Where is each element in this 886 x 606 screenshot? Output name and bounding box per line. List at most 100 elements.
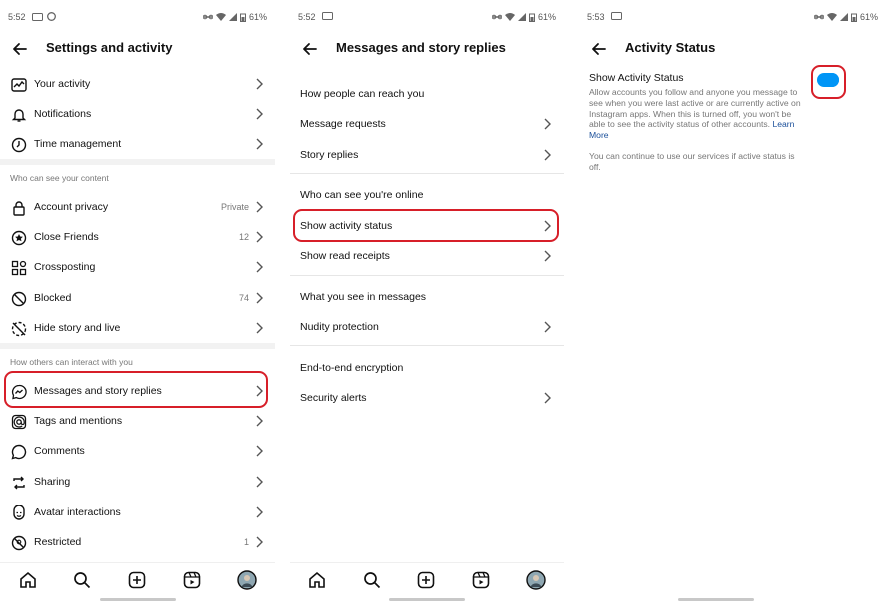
highlight-outline xyxy=(4,371,268,408)
chevron-right-icon xyxy=(256,78,263,90)
settings-item-time-management[interactable]: Time management xyxy=(0,129,275,159)
status-bar: 5:52 61% xyxy=(0,12,275,26)
chevron-right-icon xyxy=(256,138,263,150)
settings-item-restricted[interactable]: Restricted 1 xyxy=(0,527,275,557)
settings-item-comments[interactable]: Comments xyxy=(0,436,275,466)
back-arrow-icon[interactable] xyxy=(589,39,609,59)
status-time: 5:52 xyxy=(8,12,26,22)
settings-item-security-alerts[interactable]: Security alerts xyxy=(290,383,564,413)
settings-item-label: Security alerts xyxy=(300,392,367,404)
system-icons: 61% xyxy=(202,12,267,22)
settings-item-label: Show read receipts xyxy=(300,250,390,262)
wifi-icon xyxy=(826,13,837,21)
settings-item-close-friends[interactable]: Close Friends 12 xyxy=(0,222,275,252)
settings-item-blocked[interactable]: Blocked 74 xyxy=(0,283,275,313)
chevron-right-icon xyxy=(544,250,551,262)
settings-item-message-requests[interactable]: Message requests xyxy=(290,109,564,139)
settings-item-show-read-receipts[interactable]: Show read receipts xyxy=(290,241,564,271)
signal-icon xyxy=(228,13,237,21)
settings-item-label: Your activity xyxy=(34,78,91,90)
status-time: 5:52 xyxy=(298,12,316,22)
settings-activity-panel: 5:52 61% Settings and activity Your acti… xyxy=(0,0,275,606)
sync-status-icon xyxy=(47,12,56,21)
settings-item-label: Notifications xyxy=(34,108,92,120)
section-header: Who can see your content xyxy=(10,173,109,183)
reels-icon[interactable] xyxy=(183,571,201,589)
section-heading-online: Who can see you're online xyxy=(290,180,564,210)
grid-icon xyxy=(10,259,27,276)
setting-description: Allow accounts you follow and anyone you… xyxy=(589,87,804,141)
hide-story-icon xyxy=(10,320,27,337)
home-indicator xyxy=(678,598,754,601)
settings-item-label: Crossposting xyxy=(34,261,96,273)
status-time: 5:53 xyxy=(587,12,605,22)
settings-item-label: Close Friends xyxy=(34,231,99,243)
header: Activity Status xyxy=(579,36,886,62)
settings-item-avatar-interactions[interactable]: Avatar interactions xyxy=(0,497,275,527)
settings-item-tags-mentions[interactable]: Tags and mentions xyxy=(0,406,275,436)
header: Messages and story replies xyxy=(290,36,564,62)
section-divider xyxy=(0,159,275,165)
section-heading-label: Who can see you're online xyxy=(300,189,424,201)
activity-status-panel: 5:53 61% Activity Status Show Activity S… xyxy=(579,0,886,606)
settings-item-label: Tags and mentions xyxy=(34,415,123,427)
settings-item-crossposting[interactable]: Crossposting xyxy=(0,252,275,282)
settings-item-sharing[interactable]: Sharing xyxy=(0,467,275,497)
chevron-right-icon xyxy=(256,322,263,334)
clock-icon xyxy=(10,136,27,153)
settings-item-label: Comments xyxy=(34,445,85,457)
chevron-right-icon xyxy=(256,261,263,273)
profile-avatar-icon[interactable] xyxy=(237,570,257,590)
section-divider xyxy=(290,345,564,346)
settings-item-label: Sharing xyxy=(34,476,71,488)
back-arrow-icon[interactable] xyxy=(10,39,30,59)
settings-item-label: Blocked xyxy=(34,292,72,304)
share-icon xyxy=(10,474,27,491)
home-icon[interactable] xyxy=(19,571,37,589)
chevron-right-icon xyxy=(544,149,551,161)
settings-item-nudity-protection[interactable]: Nudity protection xyxy=(290,312,564,342)
link-status-icon xyxy=(491,14,502,20)
home-icon[interactable] xyxy=(308,571,326,589)
create-post-icon[interactable] xyxy=(128,571,146,589)
search-icon[interactable] xyxy=(73,571,91,589)
back-arrow-icon[interactable] xyxy=(300,39,320,59)
settings-item-story-replies[interactable]: Story replies xyxy=(290,140,564,170)
create-post-icon[interactable] xyxy=(417,571,435,589)
battery-icon xyxy=(850,13,857,22)
highlight-outline xyxy=(293,209,559,242)
status-bar: 5:52 61% xyxy=(290,12,564,26)
setting-description-text: Allow accounts you follow and anyone you… xyxy=(589,87,801,130)
header: Settings and activity xyxy=(0,36,275,62)
search-icon[interactable] xyxy=(363,571,381,589)
page-title: Activity Status xyxy=(625,40,716,55)
system-icons: 61% xyxy=(491,12,556,22)
page-title: Messages and story replies xyxy=(336,40,506,55)
settings-item-label: Time management xyxy=(34,138,122,150)
chevron-right-icon xyxy=(544,392,551,404)
chevron-right-icon xyxy=(256,506,263,518)
highlight-outline xyxy=(811,65,846,99)
reels-icon[interactable] xyxy=(472,571,490,589)
settings-item-value: 1 xyxy=(243,537,249,547)
chevron-right-icon xyxy=(544,118,551,130)
settings-item-account-privacy[interactable]: Account privacy Private xyxy=(0,192,275,222)
chevron-right-icon xyxy=(256,445,263,457)
battery-icon xyxy=(239,13,246,22)
chevron-right-icon xyxy=(256,476,263,488)
settings-item-notifications[interactable]: Notifications xyxy=(0,99,275,129)
blocked-icon xyxy=(10,290,27,307)
status-bar: 5:53 61% xyxy=(579,12,886,26)
settings-item-value: 74 xyxy=(238,293,249,303)
settings-item-your-activity[interactable]: Your activity xyxy=(0,69,275,99)
restricted-icon xyxy=(10,534,27,551)
link-status-icon xyxy=(813,14,824,20)
bottom-nav xyxy=(290,562,564,596)
signal-icon xyxy=(517,13,526,21)
profile-avatar-icon[interactable] xyxy=(526,570,546,590)
message-status-icon xyxy=(32,12,43,21)
settings-item-label: Hide story and live xyxy=(34,322,121,334)
notification-icons xyxy=(32,12,56,21)
chevron-right-icon xyxy=(256,292,263,304)
settings-item-hide-story[interactable]: Hide story and live xyxy=(0,313,275,343)
